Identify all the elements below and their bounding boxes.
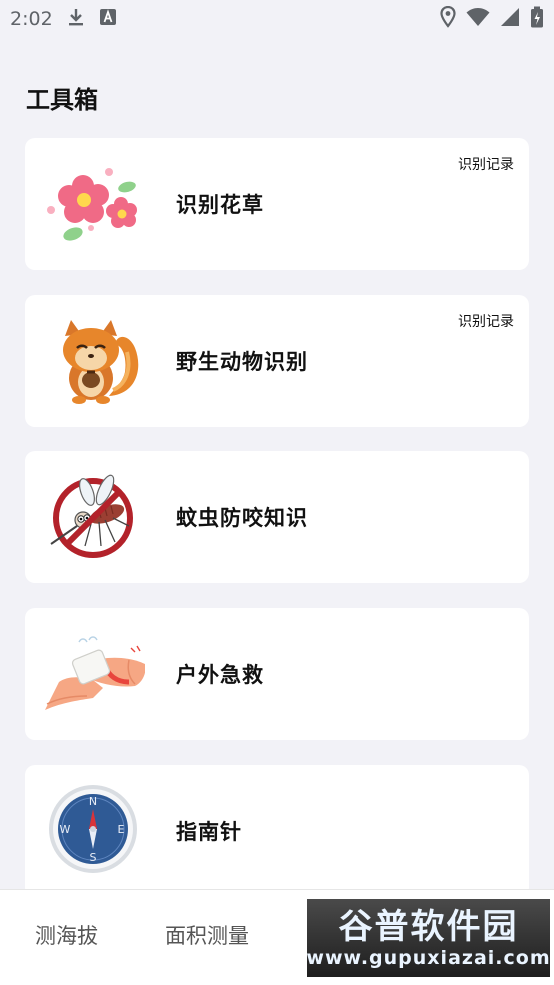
card-title: 蚊虫防咬知识 xyxy=(176,506,308,530)
flower-image xyxy=(45,158,145,250)
status-bar: 2:02 xyxy=(0,0,554,38)
svg-text:E: E xyxy=(118,823,125,836)
download-icon xyxy=(67,7,85,32)
status-right xyxy=(440,5,544,32)
keyboard-a-icon xyxy=(99,8,117,31)
signal-icon xyxy=(500,7,520,31)
card-compass[interactable]: N S E W 指南针 xyxy=(25,765,529,897)
card-outdoor-first-aid[interactable]: 户外急救 xyxy=(25,608,529,740)
card-mosquito-knowledge[interactable]: 蚊虫防咬知识 xyxy=(25,451,529,583)
card-identify-wildlife[interactable]: 识别记录 野生动物识别 xyxy=(25,295,529,427)
no-mosquito-image xyxy=(45,471,145,563)
location-icon xyxy=(440,5,456,32)
record-link[interactable]: 识别记录 xyxy=(458,154,514,174)
svg-text:S: S xyxy=(90,851,97,864)
compass-image: N S E W xyxy=(45,785,145,877)
wifi-icon xyxy=(466,7,490,31)
page-title: 工具箱 xyxy=(26,86,98,114)
battery-charging-icon xyxy=(530,6,544,32)
watermark-brand: 谷普软件园 xyxy=(338,907,519,947)
nav-altitude[interactable]: 测海拔 xyxy=(35,920,98,950)
card-title: 户外急救 xyxy=(176,663,264,687)
bandage-wrist-image xyxy=(45,628,145,720)
nav-area-measure[interactable]: 面积测量 xyxy=(165,920,249,950)
card-title: 识别花草 xyxy=(176,193,264,217)
svg-text:W: W xyxy=(60,823,71,836)
status-left: 2:02 xyxy=(10,7,117,32)
card-title: 野生动物识别 xyxy=(176,350,308,374)
watermark-url: www.gupuxiazai.com xyxy=(306,947,551,969)
card-title: 指南针 xyxy=(176,820,242,844)
squirrel-image xyxy=(45,315,145,407)
svg-text:N: N xyxy=(89,795,97,808)
status-time: 2:02 xyxy=(10,8,53,30)
record-link[interactable]: 识别记录 xyxy=(458,311,514,331)
watermark-logo: 谷普软件园 www.gupuxiazai.com xyxy=(305,897,552,979)
card-identify-flowers[interactable]: 识别记录 识别花草 xyxy=(25,138,529,270)
